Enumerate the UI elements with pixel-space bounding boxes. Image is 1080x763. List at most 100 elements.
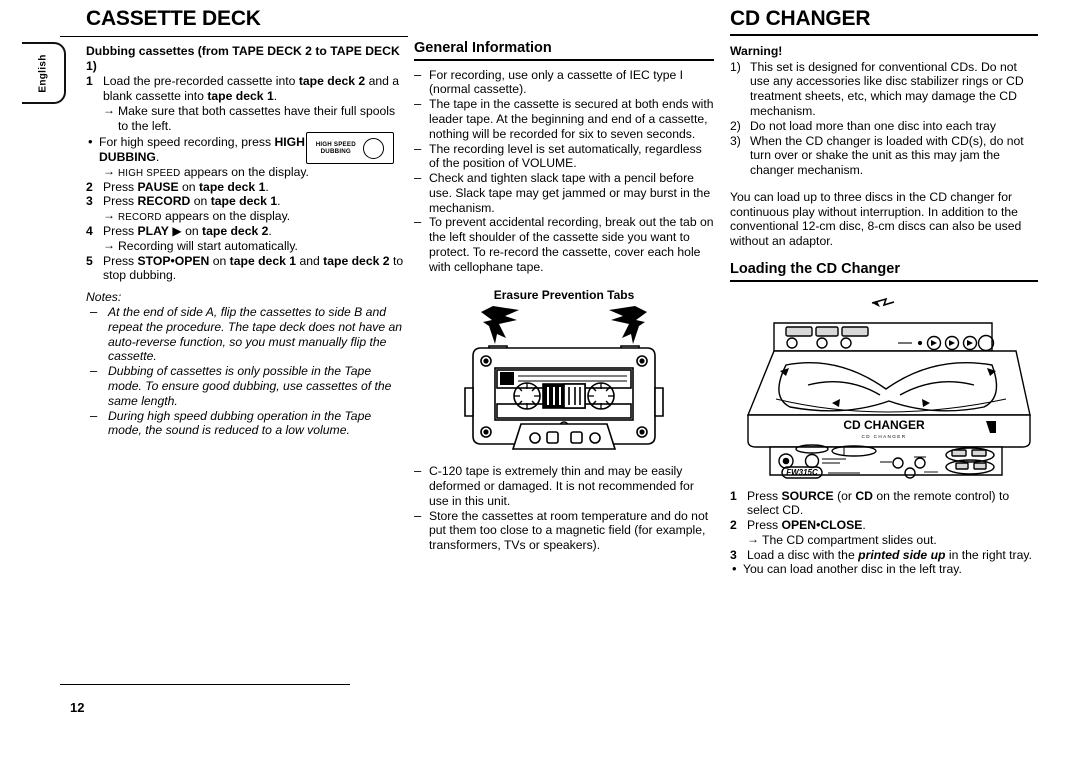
list-item: 3 Press RECORD on tape deck 1. [86,194,406,209]
step-marker: 3 [86,194,93,209]
cd-capacity-paragraph: You can load up to three discs in the CD… [730,189,1022,249]
hsd-label-line1: HIGH SPEED [315,140,356,148]
step-text: Press STOP•OPEN on tape deck 1 and tape … [103,253,404,283]
list-item: – Dubbing of cassettes is only possible … [86,363,406,408]
title-divider-right [730,34,1038,37]
page-title-cassette-deck: CASSETTE DECK [86,7,261,30]
notes-heading: Notes: [86,290,122,305]
list-item: → The CD compartment slides out. [730,531,1038,548]
list-item: 2 Press PAUSE on tape deck 1. [86,180,406,195]
middle-column: General Information – For recording, use… [414,40,714,553]
dash-icon: – [414,463,422,479]
cd-changer-illustration: CD CHANGER CD CHANGER FW315C [746,297,1031,479]
step-marker: 2 [86,179,93,194]
dubbing-steps-list: 1 Load the pre-recorded cassette into ta… [86,74,406,283]
info-text: For recording, use only a cassette of IE… [429,67,684,97]
list-item: – Check and tighten slack tape with a pe… [414,170,714,215]
hsd-knob-icon [363,137,385,159]
arrow-icon: → [103,237,115,252]
dash-icon: – [414,214,422,230]
general-information-divider [414,58,714,61]
dash-icon: – [414,170,422,186]
warning-heading: Warning! [730,44,783,59]
page-number: 12 [70,700,85,715]
footer-divider [60,684,350,685]
list-item: → Recording will start automatically. [86,237,406,254]
step-marker: 4 [86,224,93,239]
info-text: C-120 tape is extremely thin and may be … [429,464,694,508]
warning-marker: 1) [730,59,741,74]
list-item: 1 Load the pre-recorded cassette into ta… [86,74,406,104]
list-item: – To prevent accidental recording, break… [414,214,714,274]
dash-icon: – [414,507,422,523]
loading-steps-list: 1 Press SOURCE (or CD on the remote cont… [730,489,1038,578]
list-item: 3 Load a disc with the printed side up i… [730,548,1038,563]
list-item: – C-120 tape is extremely thin and may b… [414,463,714,508]
model-label: FW315C [786,468,818,477]
dash-icon: – [90,304,98,320]
arrow-icon: → [103,163,115,178]
dubbing-lead-text: Dubbing cassettes (from TAPE DECK 2 to T… [86,44,400,73]
dash-icon: – [90,363,98,379]
language-tab-label: English [37,53,49,93]
dash-icon: – [90,407,98,423]
right-column: CD CHANGER Warning! 1) This set is desig… [730,7,1038,578]
sub-step-text: Make sure that both cassettes have their… [118,103,396,133]
recording-start-text: Recording will start automatically. [118,238,298,253]
high-speed-dubbing-button-illustration: HIGH SPEED DUBBING [306,132,394,164]
list-item: 5 Press STOP•OPEN on tape deck 1 and tap… [86,254,406,284]
step-text: Load the pre-recorded cassette into tape… [103,74,400,104]
warning-list: 1) This set is designed for conventional… [730,60,1038,178]
loading-cd-changer-divider [730,279,1038,282]
note-text: Dubbing of cassettes is only possible in… [108,364,392,408]
step-marker: 5 [86,253,93,268]
loading-cd-changer-title: Loading the CD Changer [730,260,900,277]
step-text: Press SOURCE (or CD on the remote contro… [747,488,1010,518]
note-text: During high speed dubbing operation in t… [108,408,372,438]
list-item: → RECORD appears on the display. [86,208,406,224]
list-item: • You can load another disc in the left … [730,561,1038,577]
step-text: Press RECORD on tape deck 1. [103,194,281,209]
page-title-cd-changer: CD CHANGER [730,7,871,30]
list-item: 3) When the CD changer is loaded with CD… [730,134,1038,178]
manual-page: English CASSETTE DECK Dubbing cassettes … [0,0,1080,763]
info-text: The recording level is set automatically… [429,141,702,171]
warning-text: Do not load more than one disc into each… [750,118,996,133]
figure-caption-erasure-tabs: Erasure Prevention Tabs [493,288,635,303]
step-marker: 1 [86,74,93,89]
left-column: CASSETTE DECK [86,7,406,34]
bullet-icon: • [732,561,737,577]
high-speed-display-text: HIGH SPEED appears on the display. [118,164,309,179]
step-marker: 3 [730,547,737,562]
step-marker: 2 [730,518,737,533]
list-item: 4 Press PLAY ▶ on tape deck 2. [86,224,406,239]
cassette-figure [414,304,714,454]
cd-changer-figure: CD CHANGER CD CHANGER FW315C [730,289,1038,479]
language-tab: English [22,42,66,104]
list-item: – The recording level is set automatical… [414,140,714,172]
cassette-tape-illustration [464,306,664,451]
list-item: 1) This set is designed for conventional… [730,60,1038,119]
note-text: At the end of side A, flip the cassettes… [108,305,403,364]
svg-text:CD CHANGER: CD CHANGER [862,434,907,439]
warning-text: This set is designed for conventional CD… [750,59,1024,118]
list-item: → Make sure that both cassettes have the… [86,102,406,134]
dash-icon: – [414,66,422,82]
dash-icon: – [414,96,422,112]
arrow-icon: → [747,531,759,546]
step-marker: 1 [730,488,737,503]
list-item: 2 Press OPEN•CLOSE. [730,518,1038,533]
info-text: The tape in the cassette is secured at b… [429,97,714,141]
dash-icon: – [414,140,422,156]
record-display-text: RECORD appears on the display. [118,209,291,224]
bullet-icon: • [88,134,93,150]
arrow-icon: → [103,102,115,117]
cd-changer-badge: CD CHANGER [843,418,925,432]
list-item: 1 Press SOURCE (or CD on the remote cont… [730,489,1038,519]
warning-marker: 3) [730,133,741,148]
notes-list: – At the end of side A, flip the cassett… [86,304,406,438]
left-column-body: Dubbing cassettes (from TAPE DECK 2 to T… [86,44,406,438]
left-tray-text: You can load another disc in the left tr… [743,562,962,577]
step-text: Press OPEN•CLOSE. [747,518,866,533]
step-text: Press PLAY ▶ on tape deck 2. [103,224,272,239]
